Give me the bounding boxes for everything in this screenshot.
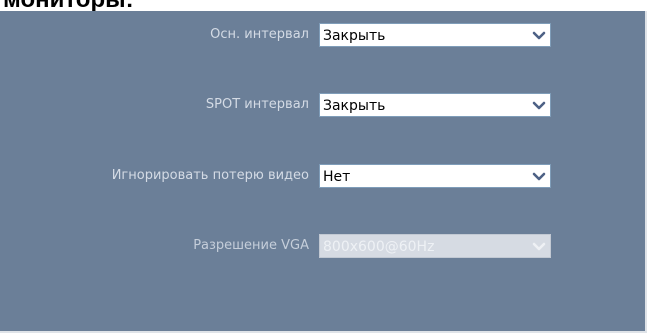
main-interval-select[interactable]: Закрыть [319,23,551,47]
vga-resolution-select: 800x600@60Hz [319,234,551,258]
main-interval-value: Закрыть [323,28,386,44]
ignore-video-loss-select[interactable]: Нет [319,164,551,188]
settings-page: мониторы: Осн. интервал Закрыть SPOT инт… [0,0,649,335]
chevron-down-icon[interactable] [529,95,549,115]
spot-interval-select[interactable]: Закрыть [319,93,551,117]
monitor-settings-panel: Осн. интервал Закрыть SPOT интервал Закр… [0,11,647,333]
chevron-down-icon[interactable] [529,25,549,45]
main-interval-label: Осн. интервал [210,27,309,42]
spot-interval-value: Закрыть [323,98,386,114]
chevron-down-icon [532,242,546,251]
vga-resolution-value: 800x600@60Hz [323,239,435,255]
vga-resolution-label: Разрешение VGA [193,238,309,253]
ignore-video-loss-label: Игнорировать потерю видео [111,168,309,183]
chevron-down-icon[interactable] [529,166,549,186]
ignore-video-loss-value: Нет [323,169,351,185]
spot-interval-label: SPOT интервал [205,97,309,112]
